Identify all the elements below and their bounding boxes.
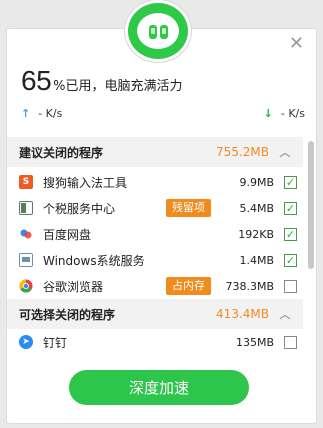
app-size: 738.3MB	[225, 279, 274, 293]
usage-percent: 65	[21, 65, 52, 96]
app-size: 1.4MB	[239, 253, 274, 267]
close-icon[interactable]: ✕	[289, 35, 304, 53]
memory-usage: 65 % 已用，电脑充满活力	[21, 65, 183, 97]
accelerator-panel: ✕ 65 % 已用，电脑充满活力 ↑ - K/s ↓ - K/s 建议关闭的程序 7…	[6, 28, 317, 424]
app-checkbox[interactable]: ✓	[284, 175, 297, 189]
section-title: 可选择关闭的程序	[19, 307, 116, 322]
app-row[interactable]: 个税服务中心 残留项 5.4MB ✓	[7, 195, 303, 221]
residual-badge: 残留项	[166, 199, 211, 217]
app-row[interactable]: S 搜狗输入法工具 9.9MB ✓	[7, 169, 303, 195]
upload-arrow-icon: ↑	[21, 107, 31, 120]
upload-speed: ↑ - K/s	[21, 107, 62, 120]
deep-accelerate-button[interactable]: 深度加速	[69, 370, 249, 405]
app-checkbox[interactable]: ✓	[284, 201, 297, 215]
mascot-icon	[125, 0, 191, 62]
mascot-eye-right	[160, 25, 168, 39]
chevron-up-icon[interactable]: ︿	[279, 144, 291, 160]
usage-percent-sign: %	[53, 79, 66, 94]
download-arrow-icon: ↓	[263, 107, 273, 120]
memory-hog-badge: 占内存	[166, 277, 211, 295]
chevron-up-icon[interactable]: ︿	[279, 306, 291, 322]
download-speed-value: - K/s	[280, 107, 305, 120]
usage-text: 已用，电脑充满活力	[65, 79, 183, 94]
baidu-netdisk-icon	[19, 227, 33, 241]
section-size: 413.4MB	[216, 307, 269, 321]
upload-speed-value: - K/s	[38, 107, 63, 120]
app-row[interactable]: ➤ 钉钉 135MB	[7, 329, 303, 355]
section-recommended[interactable]: 建议关闭的程序 755.2MB ︿	[7, 137, 303, 167]
app-size: 9.9MB	[239, 175, 274, 189]
app-checkbox[interactable]: ✓	[284, 253, 297, 267]
app-row[interactable]: 百度网盘 192KB ✓	[7, 221, 303, 247]
app-name: 谷歌浏览器	[43, 279, 104, 294]
section-size: 755.2MB	[216, 145, 269, 159]
network-speeds: ↑ - K/s ↓ - K/s	[21, 107, 305, 120]
app-checkbox[interactable]	[284, 335, 297, 349]
app-size: 135MB	[235, 335, 274, 349]
app-size: 5.4MB	[239, 201, 274, 215]
tax-icon	[19, 201, 33, 215]
app-name: 个税服务中心	[43, 201, 116, 216]
app-name: Windows系统服务	[43, 253, 145, 268]
app-checkbox[interactable]	[284, 279, 297, 293]
app-row[interactable]: Windows系统服务 1.4MB ✓	[7, 247, 303, 273]
section-title: 建议关闭的程序	[19, 145, 104, 160]
dingtalk-icon: ➤	[19, 335, 33, 349]
sogou-icon: S	[19, 175, 33, 189]
section-optional[interactable]: 可选择关闭的程序 413.4MB ︿	[7, 299, 303, 329]
app-name: 百度网盘	[43, 227, 92, 242]
windows-icon	[19, 253, 33, 267]
mascot-face	[137, 13, 179, 49]
app-row[interactable]: 谷歌浏览器 占内存 738.3MB	[7, 273, 303, 299]
scrollbar[interactable]	[308, 141, 314, 269]
app-name: 钉钉	[43, 335, 68, 350]
app-checkbox[interactable]: ✓	[284, 227, 297, 241]
chrome-icon	[19, 279, 33, 293]
app-name: 搜狗输入法工具	[43, 175, 128, 190]
mascot-eye-left	[149, 25, 157, 39]
download-speed: ↓ - K/s	[264, 107, 305, 120]
app-size: 192KB	[238, 227, 274, 241]
